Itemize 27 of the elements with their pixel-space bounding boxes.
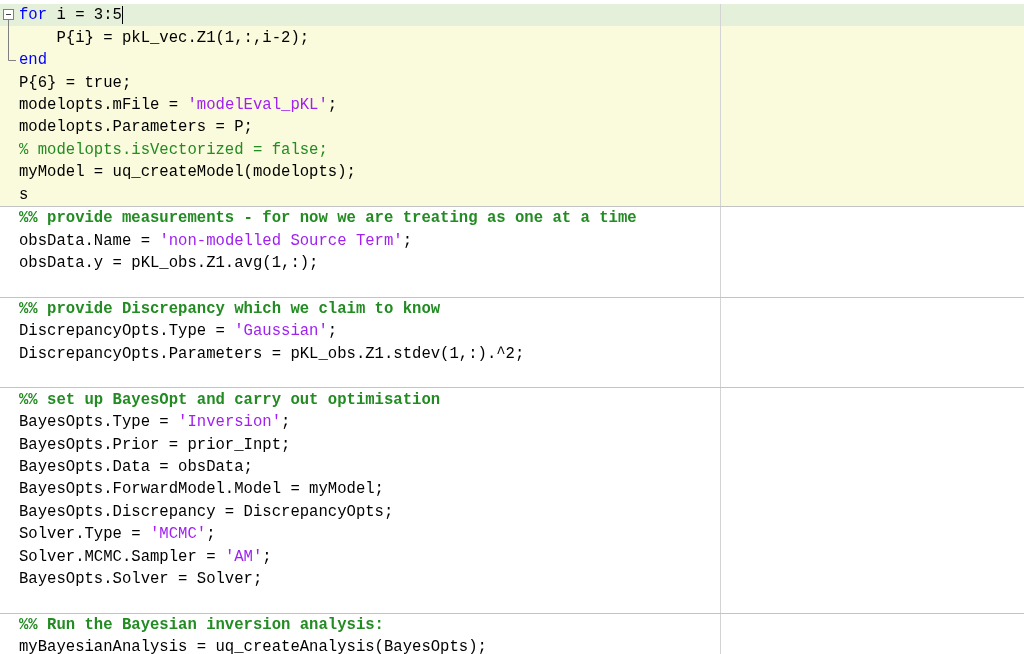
code-line: %% provide Discrepancy which we claim to know bbox=[19, 298, 441, 319]
code-line: end bbox=[19, 50, 48, 71]
code-line: BayesOpts.Solver = Solver; bbox=[19, 569, 263, 590]
code-line: %% Run the Bayesian inversion analysis: bbox=[19, 615, 384, 636]
code-line: obsData.y = pKL_obs.Z1.avg(1,:); bbox=[19, 253, 319, 274]
code-line: modelopts.mFile = 'modelEval_pKL'; bbox=[19, 94, 338, 115]
code-line: % modelopts.isVectorized = false; bbox=[19, 139, 328, 160]
code-line: DiscrepancyOpts.Parameters = pKL_obs.Z1.stdev(1,:).^2; bbox=[19, 343, 525, 364]
code-line: myModel = uq_createModel(modelopts); bbox=[19, 162, 356, 183]
code-line: P{i} = pkL_vec.Z1(1,:,i-2); bbox=[55, 27, 310, 48]
code-line: BayesOpts.ForwardModel.Model = myModel; bbox=[19, 479, 384, 500]
code-line: s bbox=[19, 184, 29, 205]
code-line: BayesOpts.Prior = prior_Inpt; bbox=[19, 434, 291, 455]
code-line: BayesOpts.Discrepancy = DiscrepancyOpts; bbox=[19, 501, 394, 522]
code-line: modelopts.Parameters = P; bbox=[19, 117, 253, 138]
code-line: obsData.Name = 'non-modelled Source Term'; bbox=[19, 230, 413, 251]
code-line: myBayesianAnalysis = uq_createAnalysis(BayesOpts); bbox=[19, 637, 487, 654]
code-line: BayesOpts.Data = obsData; bbox=[19, 456, 253, 477]
code-line: Solver.MCMC.Sampler = 'AM'; bbox=[19, 546, 272, 567]
code-line: %% provide measurements - for now we are treating as one at a time bbox=[19, 208, 637, 229]
fold-minus-icon[interactable] bbox=[3, 9, 14, 27]
code-line: %% set up BayesOpt and carry out optimisation bbox=[19, 389, 441, 410]
code-line: P{6} = true; bbox=[19, 72, 132, 93]
code-line: BayesOpts.Type = 'Inversion'; bbox=[19, 412, 291, 433]
code-line: Solver.Type = 'MCMC'; bbox=[19, 524, 216, 545]
code-line: for i = 3:5 bbox=[19, 5, 122, 26]
code-line: DiscrepancyOpts.Type = 'Gaussian'; bbox=[19, 321, 338, 342]
